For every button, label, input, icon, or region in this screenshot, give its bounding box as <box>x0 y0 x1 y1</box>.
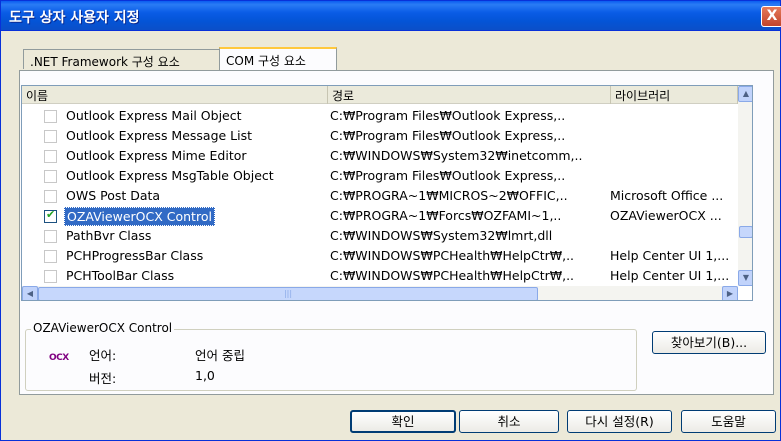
row-name: Outlook Express Message List <box>66 128 253 143</box>
tab-net-framework[interactable]: .NET Framework 구성 요소 <box>23 49 220 69</box>
row-library: Microsoft Office ... <box>610 188 724 203</box>
list-row[interactable]: PathBvr Class C:₩WINDOWS₩System32₩lmrt,dl… <box>22 226 738 246</box>
arrow-left-icon: ◀ <box>26 289 34 298</box>
reset-button[interactable]: 다시 설정(R) <box>567 410 672 433</box>
row-name: PCHProgressBar Class <box>66 248 204 263</box>
row-checkbox[interactable] <box>44 270 57 283</box>
ok-button[interactable]: 확인 <box>350 410 456 433</box>
version-label: 버전: <box>89 371 117 386</box>
cancel-button[interactable]: 취소 <box>459 410 559 433</box>
arrow-right-icon: ▶ <box>726 289 734 298</box>
row-checkbox[interactable] <box>44 130 57 143</box>
row-checkbox[interactable] <box>44 170 57 183</box>
window-title: 도구 상자 사용자 지정 <box>9 10 140 26</box>
row-name: Outlook Express MsgTable Object <box>66 168 274 183</box>
close-button[interactable]: X <box>761 6 781 27</box>
row-name: OWS Post Data <box>66 188 161 203</box>
help-button[interactable]: 도움말 <box>681 410 776 433</box>
grip-icon: ||| <box>283 289 293 298</box>
row-checkbox[interactable] <box>44 208 57 223</box>
browse-button[interactable]: 찾아보기(B)... <box>652 331 766 354</box>
row-checkbox[interactable] <box>44 110 57 123</box>
close-icon: X <box>766 8 778 24</box>
arrow-up-icon: ▲ <box>742 89 750 98</box>
row-name: PCHToolBar Class <box>66 268 175 283</box>
row-path: C:₩WINDOWS₩System32₩lmrt,dll <box>330 228 553 243</box>
row-path: C:₩PROGRA~1₩Forcs₩OZFAMI~1,.. <box>330 208 562 223</box>
row-path: C:₩Program Files₩Outlook Express,.. <box>330 128 566 143</box>
scroll-up-button[interactable]: ▲ <box>738 86 752 102</box>
column-header-library[interactable]: 라이브러리 <box>611 86 738 104</box>
list-row[interactable]: OZAViewerOCX Control C:₩PROGRA~1₩Forcs₩OZ… <box>22 206 738 226</box>
row-path: C:₩Program Files₩Outlook Express,.. <box>330 108 566 123</box>
list-row[interactable]: PCHProgressBar Class C:₩WINDOWS₩PCHealth₩… <box>22 246 738 266</box>
row-checkbox[interactable] <box>44 230 57 243</box>
row-name: Outlook Express Mail Object <box>66 108 242 123</box>
horizontal-scroll-thumb[interactable]: ||| <box>38 287 538 300</box>
list-row[interactable]: Outlook Express Message List C:₩Program F… <box>22 126 738 146</box>
row-checkbox[interactable] <box>44 150 57 163</box>
scroll-right-button[interactable]: ▶ <box>722 286 738 300</box>
list-row[interactable]: Outlook Express Mime Editor C:₩WINDOWS₩Sy… <box>22 146 738 166</box>
row-library: Help Center UI 1,... <box>610 248 730 263</box>
list-row[interactable]: Outlook Express Mail Object C:₩Program Fi… <box>22 106 738 126</box>
row-path: C:₩WINDOWS₩System32₩inetcomm,.. <box>330 148 583 163</box>
row-name: PathBvr Class <box>66 228 152 243</box>
row-path: C:₩Program Files₩Outlook Express,.. <box>330 168 566 183</box>
row-name: OZAViewerOCX Control <box>64 207 215 226</box>
version-value: 1,0 <box>195 368 215 383</box>
row-path: C:₩WINDOWS₩PCHealth₩HelpCtr₩,.. <box>330 268 575 283</box>
scroll-left-button[interactable]: ◀ <box>22 286 38 300</box>
row-path: C:₩WINDOWS₩PCHealth₩HelpCtr₩,.. <box>330 248 575 263</box>
row-checkbox[interactable] <box>44 250 57 263</box>
list-row[interactable]: Outlook Express MsgTable Object C:₩Progra… <box>22 166 738 186</box>
component-list[interactable]: 이름 경로 라이브러리 Outlook Express Mail Object C… <box>21 85 753 301</box>
row-name: Outlook Express Mime Editor <box>66 148 247 163</box>
horizontal-scrollbar[interactable]: ◀ ||| ▶ <box>22 286 738 300</box>
row-library: OZAViewerOCX ... <box>610 208 722 223</box>
list-row[interactable]: OWS Post Data C:₩PROGRA~1₩MICROS~2₩OFFIC,… <box>22 186 738 206</box>
row-path: C:₩PROGRA~1₩MICROS~2₩OFFIC,.. <box>330 188 568 203</box>
column-header-path[interactable]: 경로 <box>328 86 611 104</box>
scroll-down-button[interactable]: ▼ <box>738 270 752 286</box>
ocx-icon: OCX <box>49 353 69 363</box>
vertical-scrollbar[interactable]: ▲ ▼ <box>738 86 752 286</box>
details-group-title: OZAViewerOCX Control <box>31 321 175 335</box>
customize-toolbox-dialog: 도구 상자 사용자 지정 X .NET Framework 구성 요소 COM … <box>0 0 781 441</box>
list-header: 이름 경로 라이브러리 <box>22 86 752 104</box>
language-label: 언어: <box>89 348 117 363</box>
vertical-scroll-thumb[interactable] <box>739 226 752 238</box>
column-header-name[interactable]: 이름 <box>22 86 328 104</box>
row-library: Help Center UI 1,... <box>610 268 730 283</box>
component-details-group <box>25 329 637 391</box>
arrow-down-icon: ▼ <box>742 273 750 282</box>
tab-com-components[interactable]: COM 구성 요소 <box>219 47 337 70</box>
title-bar[interactable]: 도구 상자 사용자 지정 X <box>1 1 781 31</box>
language-value: 언어 중립 <box>195 348 245 363</box>
list-row[interactable]: PCHToolBar Class C:₩WINDOWS₩PCHealth₩Help… <box>22 266 738 286</box>
row-checkbox[interactable] <box>44 190 57 203</box>
